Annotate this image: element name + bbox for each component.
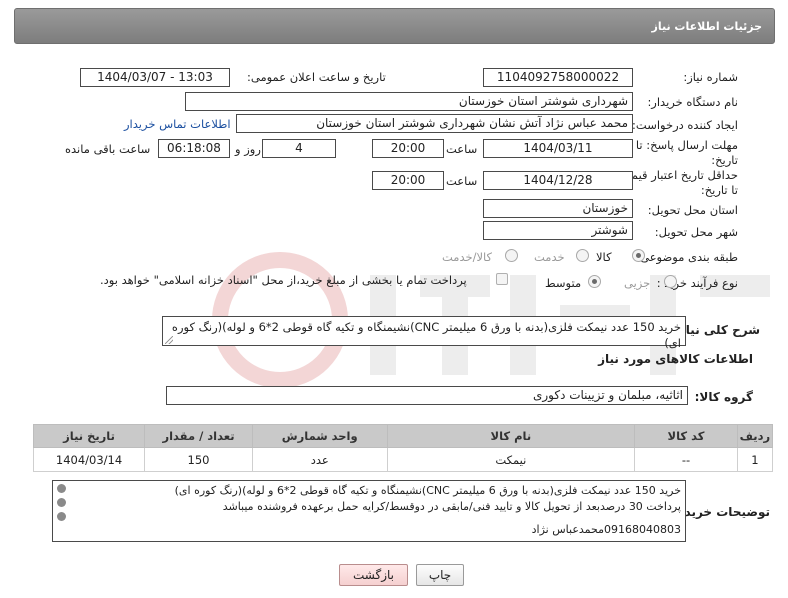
goods-table-header: ردیف کد کالا نام کالا واحد شمارش تعداد /… xyxy=(32,424,774,448)
reply-time-label: ساعت xyxy=(446,142,478,156)
requester-label: ایجاد کننده درخواست: xyxy=(632,118,738,132)
col-qty: تعداد / مقدار xyxy=(144,424,253,448)
category-option-service: خدمت xyxy=(534,250,565,264)
header-panel: جزئیات اطلاعات نیاز xyxy=(14,8,775,44)
contact-info-link[interactable]: اطلاعات تماس خریدار xyxy=(124,117,231,131)
col-date: تاریخ نیاز xyxy=(32,424,146,448)
reply-date-field: 1404/03/11 xyxy=(483,139,633,158)
delivery-province-field: خوزستان xyxy=(483,199,633,218)
table-row: 1 -- نیمکت عدد 150 1404/03/14 xyxy=(32,447,774,472)
purchase-option-medium: متوسط xyxy=(545,276,582,290)
need-number-field: 1104092758000022 xyxy=(483,68,633,87)
day-and-label: روز و xyxy=(235,142,261,156)
scroll-up-icon[interactable] xyxy=(57,484,66,493)
col-name: نام کالا xyxy=(386,424,636,448)
notes-scrollbar[interactable] xyxy=(55,483,68,538)
page-title: جزئیات اطلاعات نیاز xyxy=(651,20,763,33)
buyer-notes-line-1: خرید 150 عدد نیمکت فلزی(بدنه با ورق 6 می… xyxy=(174,484,681,497)
days-field: 4 xyxy=(262,139,336,158)
purchase-radio-medium[interactable] xyxy=(588,275,601,288)
buyer-org-field: شهرداری شوشتر استان خوزستان xyxy=(185,92,633,111)
treasury-payment-checkbox[interactable] xyxy=(496,273,508,285)
resize-grip-icon[interactable] xyxy=(165,336,173,344)
goods-section-title: اطلاعات کالاهای مورد نیاز xyxy=(598,352,753,366)
buyer-notes-line-2: پرداخت 30 درصدبعد از تحویل کالا و تایید … xyxy=(222,499,681,513)
back-button[interactable]: بازگشت xyxy=(339,564,408,586)
delivery-city-label: شهر محل تحویل: xyxy=(654,225,738,239)
purchase-radio-minor[interactable] xyxy=(664,275,677,288)
buyer-notes-textarea[interactable]: خرید 150 عدد نیمکت فلزی(بدنه با ورق 6 می… xyxy=(52,480,686,542)
cell-row: 1 xyxy=(736,447,774,472)
category-option-goods: کالا xyxy=(596,250,612,264)
description-label: شرح کلی نیاز: xyxy=(674,323,760,337)
goods-table: ردیف کد کالا نام کالا واحد شمارش تعداد /… xyxy=(32,424,774,472)
description-textarea[interactable]: خرید 150 عدد نیمکت فلزی(بدنه با ورق 6 می… xyxy=(162,316,686,350)
buyer-notes-line-3: 09168040803محمدعباس نژاد xyxy=(531,523,681,536)
announce-date-label: تاریخ و ساعت اعلان عمومی: xyxy=(247,70,386,84)
cell-name: نیمکت xyxy=(386,447,636,472)
cell-unit: عدد xyxy=(251,447,388,472)
description-text: خرید 150 عدد نیمکت فلزی(بدنه با ورق 6 می… xyxy=(171,320,681,350)
print-button[interactable]: چاپ xyxy=(416,564,464,586)
goods-group-label: گروه کالا: xyxy=(694,390,753,404)
cell-date: 1404/03/14 xyxy=(32,447,146,472)
scroll-down-icon[interactable] xyxy=(57,512,66,521)
col-code: کد کالا xyxy=(634,424,738,448)
delivery-province-label: استان محل تحویل: xyxy=(647,203,738,217)
category-option-goods-service: کالا/خدمت xyxy=(442,250,493,264)
category-label: طبقه بندی موضوعی: xyxy=(636,250,738,264)
scroll-thumb-icon[interactable] xyxy=(57,498,66,507)
purchase-option-minor: جزیی xyxy=(624,276,651,290)
announce-date-field: 1404/03/07 - 13:03 xyxy=(80,68,230,87)
cell-qty: 150 xyxy=(144,447,253,472)
need-number-label: شماره نیاز: xyxy=(683,70,738,84)
reply-deadline-label: مهلت ارسال پاسخ: تا تاریخ: xyxy=(635,138,738,167)
goods-group-field: اثاثیه، مبلمان و تزیینات دکوری xyxy=(166,386,688,405)
col-unit: واحد شمارش xyxy=(251,424,388,448)
treasury-payment-note: پرداخت تمام یا بخشی از مبلغ خرید،از محل … xyxy=(100,273,467,287)
col-row: ردیف xyxy=(736,424,774,448)
delivery-city-field: شوشتر xyxy=(483,221,633,240)
price-time-label: ساعت xyxy=(446,174,478,188)
remaining-label: ساعت باقی مانده xyxy=(65,142,151,156)
requester-field: محمد عباس نژاد آتش نشان شهرداری شوشتر اس… xyxy=(236,114,633,133)
category-radio-service[interactable] xyxy=(576,249,589,262)
remaining-time-field: 06:18:08 xyxy=(158,139,230,158)
category-radio-goods[interactable] xyxy=(632,249,645,262)
category-radio-goods-service[interactable] xyxy=(505,249,518,262)
price-time-field: 20:00 xyxy=(372,171,444,190)
price-date-field: 1404/12/28 xyxy=(483,171,633,190)
cell-code: -- xyxy=(634,447,738,472)
buyer-org-label: نام دستگاه خریدار: xyxy=(647,95,738,109)
reply-time-field: 20:00 xyxy=(372,139,444,158)
